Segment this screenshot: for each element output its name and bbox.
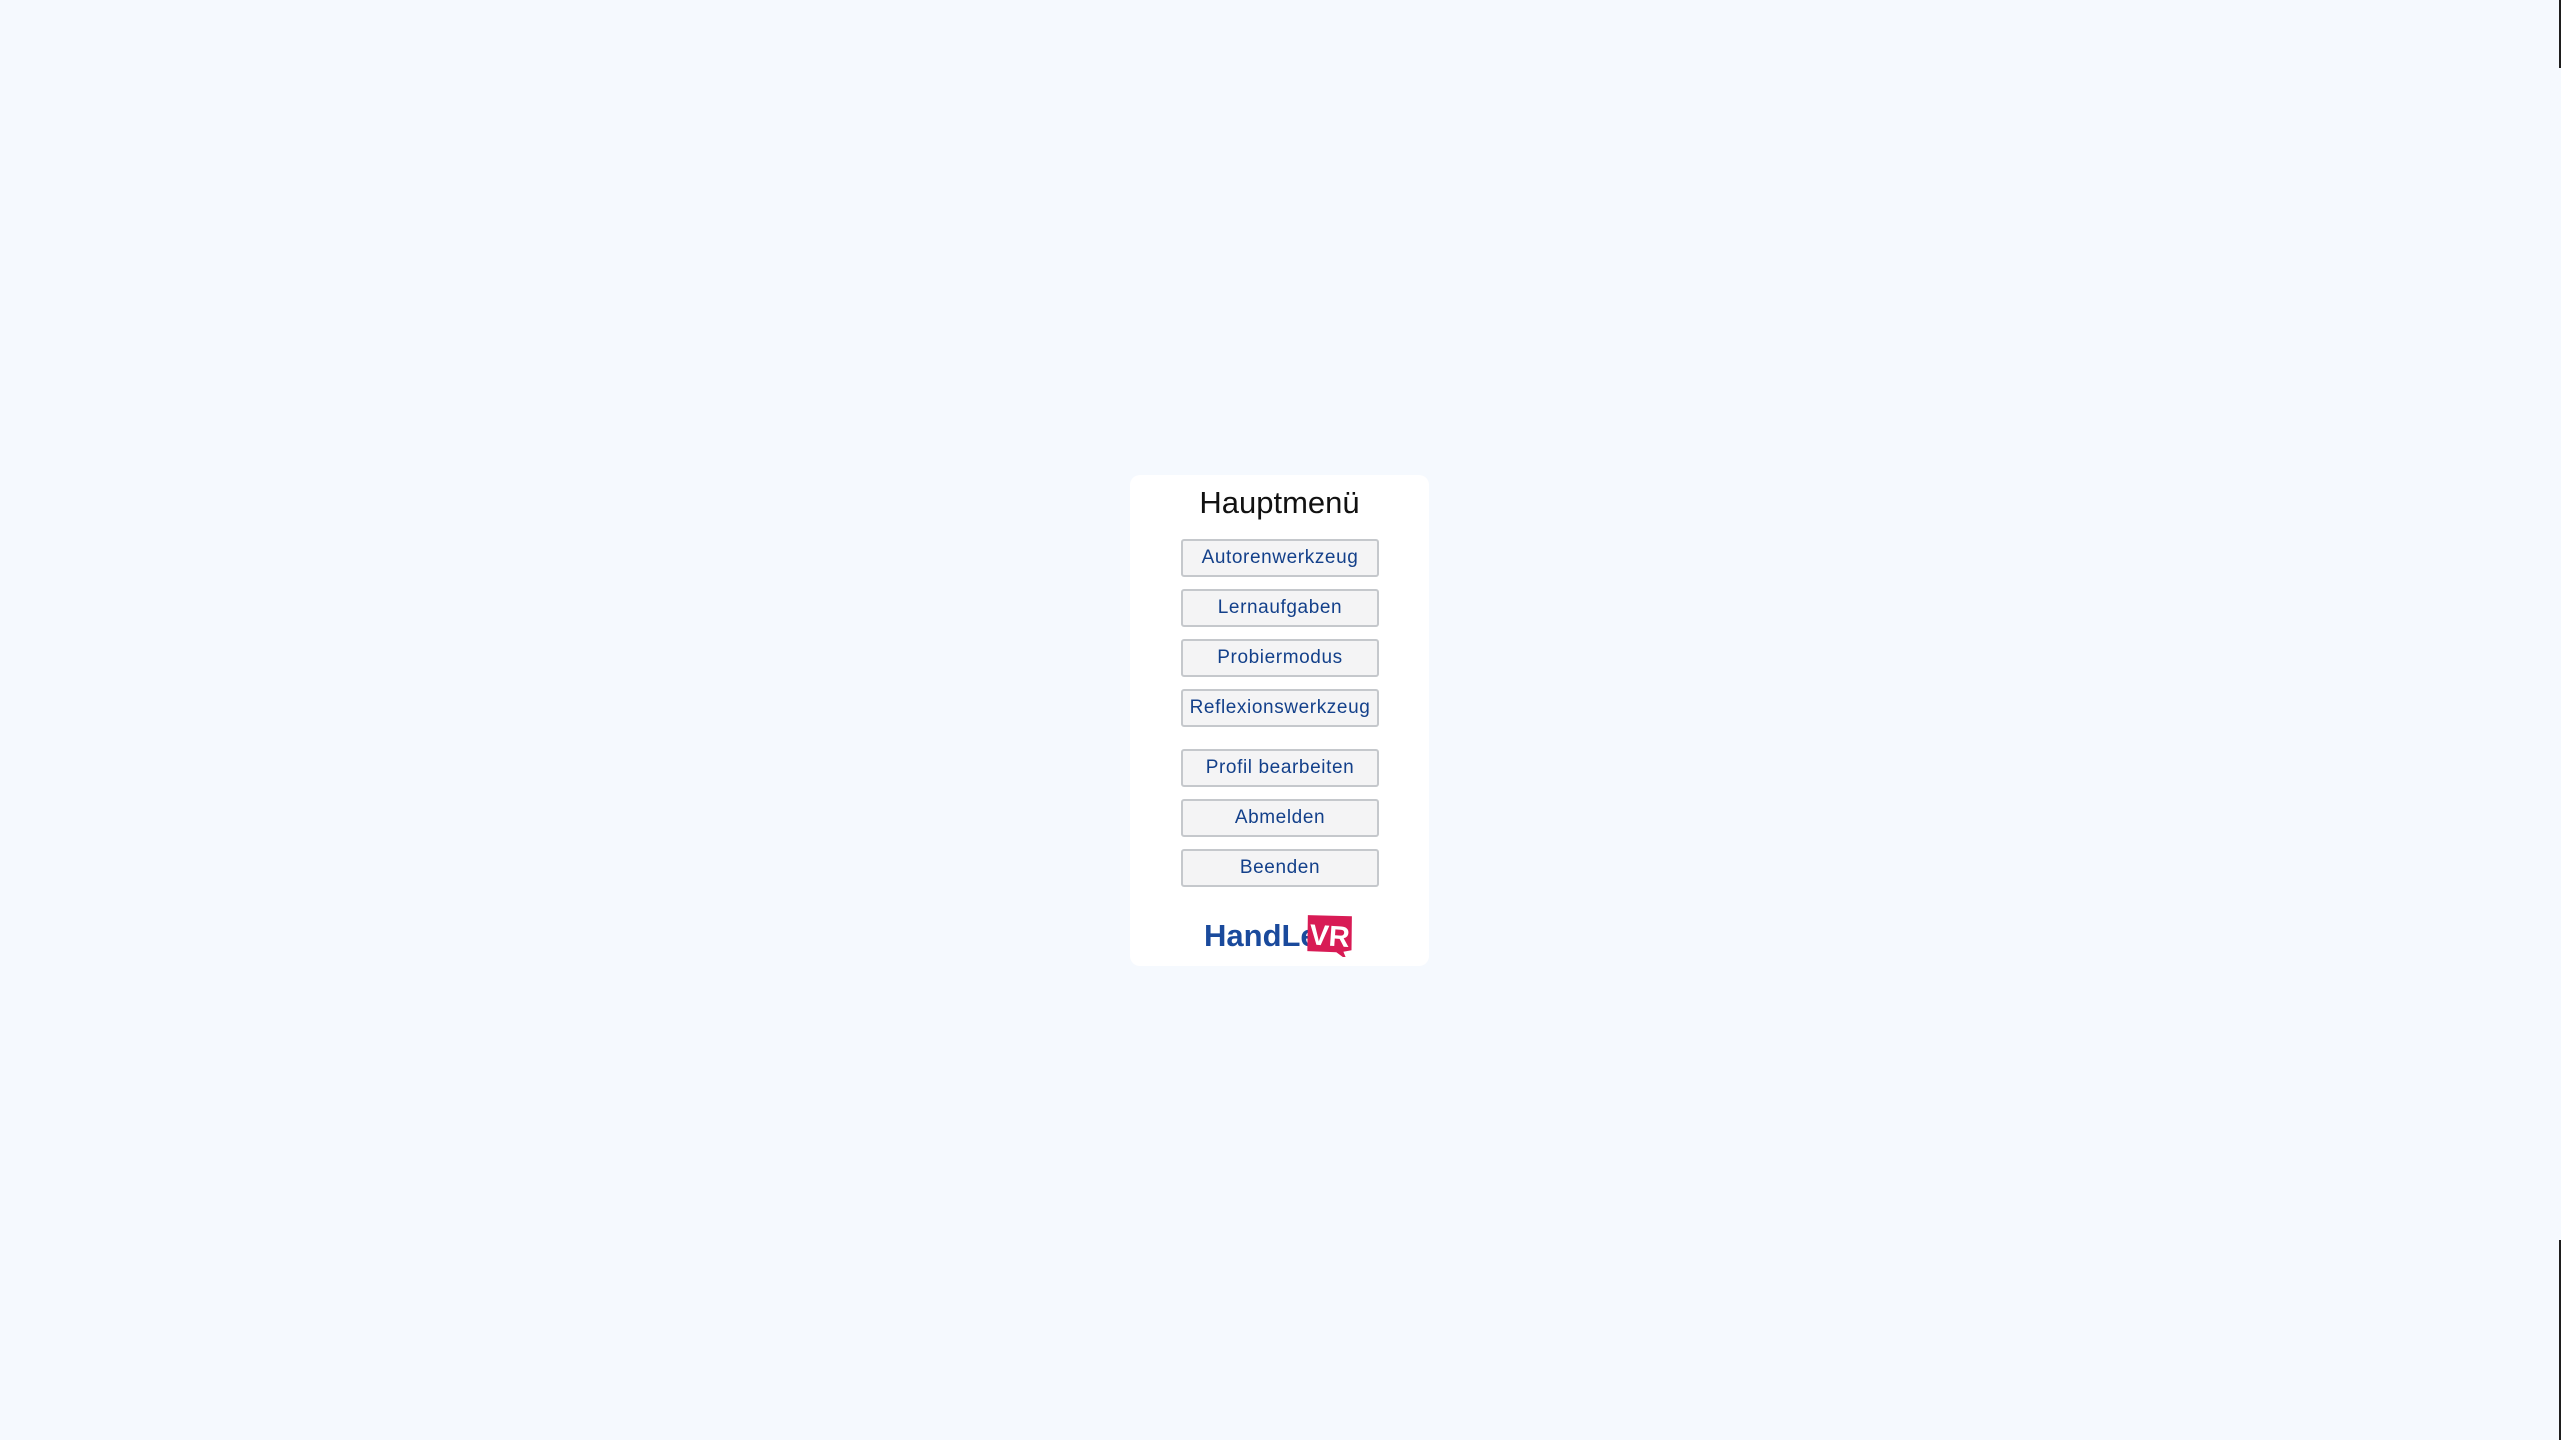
main-menu-panel: Hauptmenü Autorenwerkzeug Lernaufgaben P… xyxy=(1130,475,1429,966)
screen: Hauptmenü Autorenwerkzeug Lernaufgaben P… xyxy=(0,0,2561,1440)
logo-badge-text: VR xyxy=(1308,919,1350,954)
logout-button[interactable]: Abmelden xyxy=(1181,799,1379,837)
logo-text: HandLe xyxy=(1204,918,1318,953)
authoring-tool-button[interactable]: Autorenwerkzeug xyxy=(1181,539,1379,577)
edit-profile-button[interactable]: Profil bearbeiten xyxy=(1181,749,1379,787)
handlevr-logo: HandLe VR xyxy=(1204,915,1352,957)
trial-mode-button[interactable]: Probiermodus xyxy=(1181,639,1379,677)
reflection-tool-button[interactable]: Reflexionswerkzeug xyxy=(1181,689,1379,727)
quit-button[interactable]: Beenden xyxy=(1181,849,1379,887)
menu-title: Hauptmenü xyxy=(1199,485,1360,520)
learning-tasks-button[interactable]: Lernaufgaben xyxy=(1181,589,1379,627)
